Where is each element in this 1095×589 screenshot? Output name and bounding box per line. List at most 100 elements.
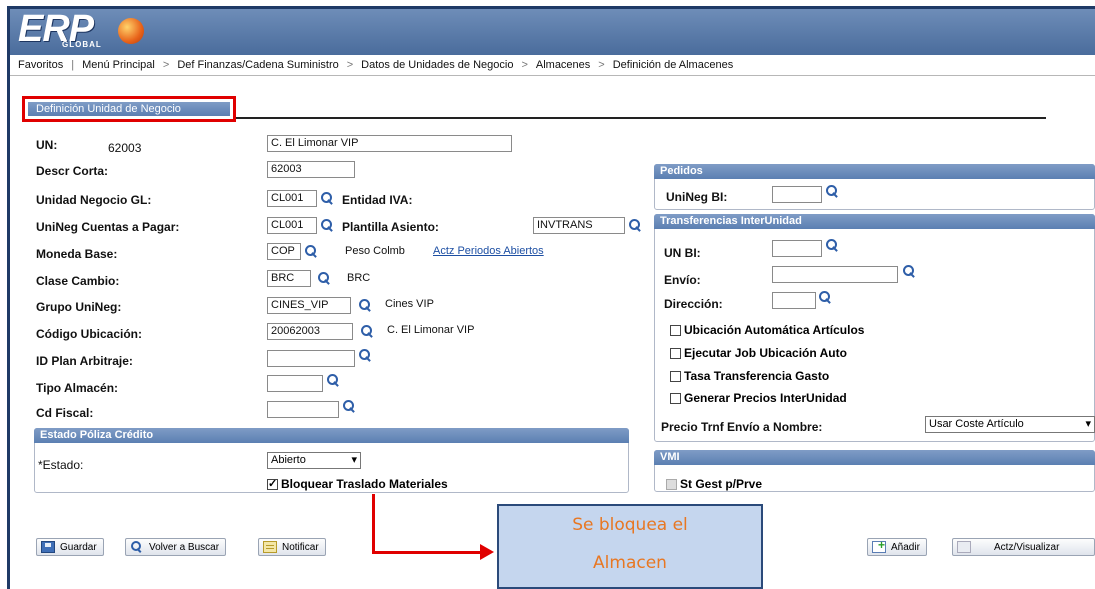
actz-periodos-link[interactable]: Actz Periodos Abiertos: [433, 245, 544, 257]
checkbox-checked-icon[interactable]: [267, 477, 278, 490]
search-icon[interactable]: [321, 219, 333, 231]
cuentas-pagar-field[interactable]: CL001: [267, 217, 317, 234]
tab-definicion-unidad[interactable]: Definición Unidad de Negocio: [28, 102, 230, 116]
anadir-label: Añadir: [891, 541, 920, 553]
unidad-gl-field[interactable]: CL001: [267, 190, 317, 207]
callout-line-1: Se bloquea el: [572, 515, 688, 535]
checkbox-disabled-icon: [666, 478, 677, 490]
estado-label: *Estado:: [38, 458, 84, 472]
search-icon[interactable]: [343, 400, 355, 412]
search-icon[interactable]: [826, 239, 838, 251]
plan-field[interactable]: [267, 350, 355, 367]
ubicacion-auto-checkbox[interactable]: Ubicación Automática Artículos: [670, 323, 864, 337]
nav-favoritos[interactable]: Favoritos: [18, 59, 63, 71]
tipo-label: Tipo Almacén:: [36, 381, 119, 395]
nav-separator: >: [162, 59, 170, 71]
nav-definicion-almacenes[interactable]: Definición de Almacenes: [613, 59, 733, 71]
nav-menu-principal[interactable]: Menú Principal: [82, 59, 155, 71]
st-gest-checkbox[interactable]: St Gest p/Prve: [666, 477, 762, 491]
tasa-transferencia-label: Tasa Transferencia Gasto: [684, 369, 830, 383]
add-icon: [872, 538, 886, 553]
unineg-bi-field[interactable]: [772, 186, 822, 203]
header-banner: [10, 9, 1095, 55]
description-field[interactable]: C. El Limonar VIP: [267, 135, 512, 152]
un-bi-label: UN BI:: [664, 246, 701, 260]
notificar-label: Notificar: [282, 541, 319, 553]
checkbox-icon[interactable]: [670, 347, 681, 359]
checkbox-icon[interactable]: [670, 324, 681, 336]
precio-trnf-select[interactable]: Usar Coste Artículo ▾: [925, 416, 1095, 433]
update-icon: [957, 541, 971, 553]
nav-separator: >: [346, 59, 354, 71]
moneda-desc: Peso Colmb: [345, 245, 405, 257]
breadcrumb: Favoritos | Menú Principal > Def Finanza…: [18, 57, 733, 73]
chevron-down-icon: ▾: [1085, 418, 1091, 430]
annotation-callout: Se bloquea el Almacen: [497, 504, 763, 589]
anadir-button[interactable]: Añadir: [867, 538, 927, 556]
cd-label: Cd Fiscal:: [36, 406, 94, 420]
guardar-label: Guardar: [60, 541, 97, 553]
volver-label: Volver a Buscar: [149, 541, 220, 553]
tasa-transferencia-checkbox[interactable]: Tasa Transferencia Gasto: [670, 369, 829, 383]
save-icon: [41, 541, 55, 553]
un-value: 62003: [108, 141, 142, 155]
volver-buscar-button[interactable]: Volver a Buscar: [125, 538, 227, 556]
tab-highlight-box: Definición Unidad de Negocio: [22, 96, 236, 122]
nav-separator: |: [71, 59, 75, 71]
plantilla-label: Plantilla Asiento:: [342, 220, 439, 234]
unidad-gl-label: Unidad Negocio GL:: [36, 193, 152, 207]
search-icon[interactable]: [903, 265, 915, 277]
clase-label: Clase Cambio:: [36, 274, 120, 288]
cd-field[interactable]: [267, 401, 339, 418]
cuentas-pagar-label: UniNeg Cuentas a Pagar:: [36, 220, 180, 234]
codigo-desc: C. El Limonar VIP: [387, 324, 475, 336]
nav-almacenes[interactable]: Almacenes: [536, 59, 590, 71]
grupo-field[interactable]: CINES_VIP: [267, 297, 351, 314]
search-icon[interactable]: [305, 245, 317, 257]
search-icon[interactable]: [826, 185, 838, 197]
guardar-button[interactable]: Guardar: [36, 538, 104, 556]
search-icon[interactable]: [629, 219, 641, 231]
grupo-desc: Cines VIP: [385, 298, 434, 310]
search-icon[interactable]: [318, 272, 330, 284]
st-gest-label: St Gest p/Prve: [680, 477, 763, 491]
notificar-button[interactable]: Notificar: [258, 538, 326, 556]
unineg-bi-label: UniNeg BI:: [666, 190, 728, 204]
ejecutar-job-checkbox[interactable]: Ejecutar Job Ubicación Auto: [670, 346, 847, 360]
bloquear-label: Bloquear Traslado Materiales: [281, 477, 448, 491]
search-icon[interactable]: [361, 325, 373, 337]
search-icon[interactable]: [359, 299, 371, 311]
codigo-field[interactable]: 20062003: [267, 323, 353, 340]
estado-select-value: Abierto: [271, 454, 306, 466]
search-icon[interactable]: [321, 192, 333, 204]
ubicacion-auto-label: Ubicación Automática Artículos: [684, 323, 865, 337]
tipo-field[interactable]: [267, 375, 323, 392]
estado-select[interactable]: Abierto ▾: [267, 452, 361, 469]
checkbox-icon[interactable]: [670, 370, 681, 382]
nav-divider: [10, 75, 1095, 76]
envio-field[interactable]: [772, 266, 898, 283]
search-icon[interactable]: [819, 291, 831, 303]
generar-precios-checkbox[interactable]: Generar Precios InterUnidad: [670, 391, 847, 405]
precio-trnf-label: Precio Trnf Envío a Nombre:: [661, 420, 823, 434]
arrow-head-icon: [480, 544, 494, 560]
search-icon[interactable]: [359, 349, 371, 361]
bloquear-checkbox[interactable]: Bloquear Traslado Materiales: [267, 477, 448, 491]
nav-def-finanzas[interactable]: Def Finanzas/Cadena Suministro: [177, 59, 338, 71]
annotation-arrow-line: [372, 551, 482, 554]
logo-subtext: GLOBAL: [62, 40, 102, 49]
pedidos-header: Pedidos: [654, 164, 1095, 179]
descr-corta-field[interactable]: 62003: [267, 161, 355, 178]
nav-datos-unidades[interactable]: Datos de Unidades de Negocio: [361, 59, 513, 71]
erp-logo: ERP GLOBAL: [18, 8, 146, 54]
moneda-field[interactable]: COP: [267, 243, 301, 260]
estado-section-header: Estado Póliza Crédito: [34, 428, 629, 443]
checkbox-icon[interactable]: [670, 392, 681, 404]
plantilla-field[interactable]: INVTRANS: [533, 217, 625, 234]
clase-field[interactable]: BRC: [267, 270, 311, 287]
actz-visualizar-button[interactable]: Actz/Visualizar: [952, 538, 1095, 556]
search-icon[interactable]: [327, 374, 339, 386]
direccion-field[interactable]: [772, 292, 816, 309]
un-bi-field[interactable]: [772, 240, 822, 257]
search-icon: [130, 541, 144, 553]
